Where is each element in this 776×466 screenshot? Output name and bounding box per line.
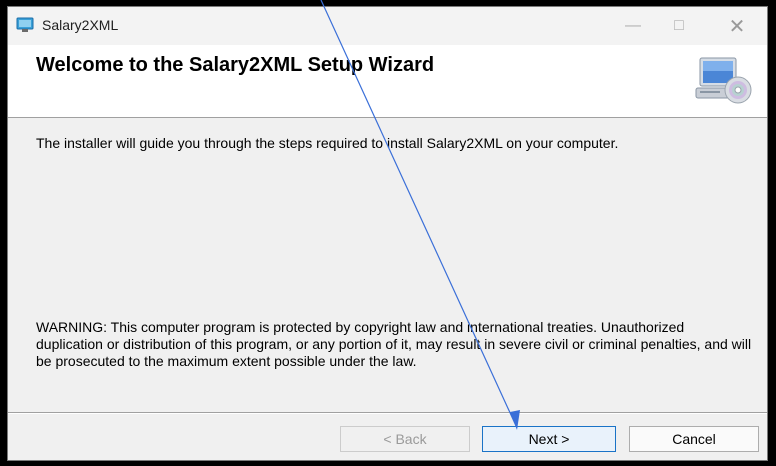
- window-title: Salary2XML: [42, 17, 119, 33]
- computer-cd-icon: [694, 56, 752, 106]
- close-icon: ✕: [728, 15, 746, 38]
- cancel-button[interactable]: Cancel: [629, 426, 759, 452]
- page-title: Welcome to the Salary2XML Setup Wizard: [36, 54, 435, 76]
- next-button[interactable]: Next >: [482, 426, 616, 452]
- intro-text: The installer will guide you through the…: [36, 135, 619, 151]
- back-button[interactable]: < Back: [340, 426, 470, 452]
- button-area-divider: [8, 412, 767, 414]
- setup-wizard-window: Salary2XML — □ ✕ Welcome to the Salary2X…: [7, 6, 768, 461]
- copyright-warning-text: WARNING: This computer program is protec…: [36, 319, 752, 369]
- close-button[interactable]: ✕: [714, 7, 760, 45]
- installer-app-icon: [16, 17, 34, 33]
- wizard-header-banner: Welcome to the Salary2XML Setup Wizard: [8, 45, 767, 118]
- minimize-button[interactable]: —: [610, 7, 656, 45]
- minimize-icon: —: [625, 17, 641, 34]
- title-bar[interactable]: Salary2XML — □ ✕: [8, 7, 767, 45]
- maximize-button[interactable]: □: [656, 7, 702, 45]
- maximize-icon: □: [674, 17, 684, 34]
